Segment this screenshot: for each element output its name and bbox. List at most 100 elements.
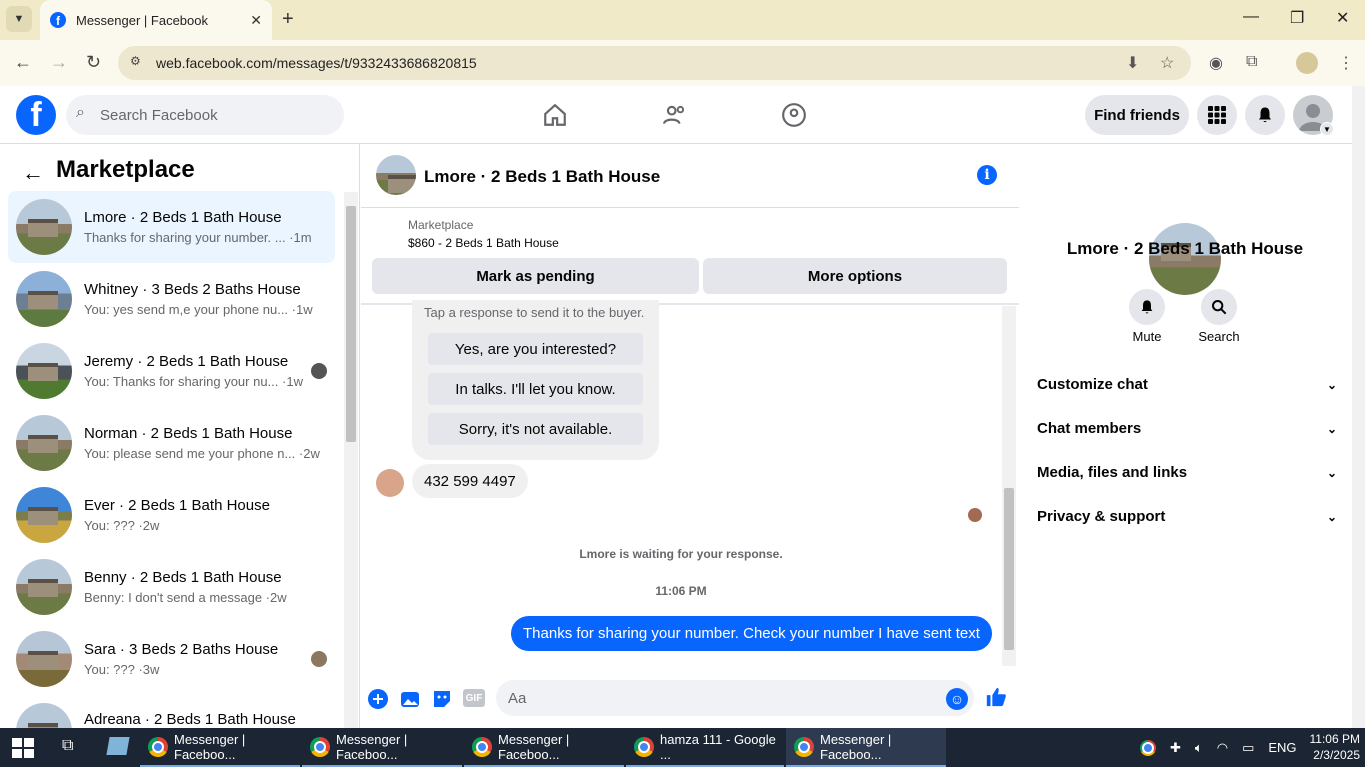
conversation-item[interactable]: Benny · 2 Beds 1 Bath House Benny: I don'… xyxy=(8,551,335,623)
back-icon[interactable]: ← xyxy=(14,52,32,73)
chat-avatar[interactable] xyxy=(376,155,416,195)
restore-icon[interactable]: ❐ xyxy=(1290,8,1304,28)
quick-reply-button[interactable]: Sorry, it's not available. xyxy=(428,413,643,445)
tab-search-button[interactable]: ▼ xyxy=(6,6,32,32)
close-tab-icon[interactable]: ✕ xyxy=(250,12,262,29)
more-options-button[interactable]: More options xyxy=(703,258,1007,294)
search-conversation-icon[interactable] xyxy=(1201,289,1237,325)
mark-as-pending-button[interactable]: Mark as pending xyxy=(372,258,699,294)
windows-start-icon[interactable] xyxy=(12,738,34,758)
friends-icon[interactable] xyxy=(660,100,690,130)
conversation-name: Norman · 2 Beds 1 Bath House xyxy=(84,425,293,442)
browser-menu-icon[interactable]: ⋮ xyxy=(1338,53,1354,73)
chevron-down-icon[interactable]: ▼ xyxy=(1320,122,1334,136)
browser-profile-icon[interactable] xyxy=(1296,52,1318,74)
conversation-item[interactable]: Sara · 3 Beds 2 Baths House You: ??? ·3w xyxy=(8,623,335,695)
message-placeholder: Aa xyxy=(508,689,527,707)
chrome-icon xyxy=(310,736,330,757)
chrome-icon xyxy=(634,736,654,757)
listing-thumbnail xyxy=(16,415,72,471)
taskbar-window-title: Messenger | Faceboo... xyxy=(820,731,892,762)
taskbar-window[interactable]: Messenger | Faceboo... xyxy=(786,728,946,767)
customize-chat-row[interactable]: Customize chat ⌄ xyxy=(1037,376,1337,393)
battery-icon[interactable]: ▭ xyxy=(1242,740,1254,756)
facebook-search-input[interactable]: Search Facebook xyxy=(66,95,344,135)
volume-icon[interactable]: 🔈︎ xyxy=(1195,740,1203,756)
new-tab-button[interactable]: + xyxy=(282,8,294,31)
chrome-tray-icon[interactable] xyxy=(1140,739,1156,756)
conversation-item[interactable]: Norman · 2 Beds 1 Bath House You: please … xyxy=(8,407,335,479)
conversation-item[interactable]: Jeremy · 2 Beds 1 Bath House You: Thanks … xyxy=(8,335,335,407)
facebook-logo[interactable]: f xyxy=(16,95,56,135)
wifi-icon[interactable]: ◠ xyxy=(1217,740,1228,756)
bookmark-star-icon[interactable]: ☆ xyxy=(1160,53,1174,73)
info-icon[interactable]: i xyxy=(977,165,997,185)
install-app-icon[interactable]: ⬇ xyxy=(1126,53,1139,73)
taskbar-window[interactable]: Messenger | Faceboo... xyxy=(464,728,624,767)
extensions-icon[interactable]: ⧉ xyxy=(1246,53,1257,71)
taskbar-window[interactable]: Messenger | Faceboo... xyxy=(302,728,462,767)
find-friends-button[interactable]: Find friends xyxy=(1085,95,1189,135)
reload-icon[interactable]: ↻ xyxy=(86,52,101,73)
conversation-name: Benny · 2 Beds 1 Bath House xyxy=(84,569,282,586)
browser-tab[interactable]: f Messenger | Facebook ✕ xyxy=(40,0,272,40)
task-view-icon[interactable]: ⧉ xyxy=(62,737,73,755)
taskbar-window[interactable]: hamza 111 - Google ... xyxy=(626,728,784,767)
groups-icon[interactable] xyxy=(779,100,809,130)
minimize-icon[interactable]: — xyxy=(1243,8,1259,26)
sticker-icon[interactable] xyxy=(431,688,453,710)
site-info-icon[interactable]: ⚙ xyxy=(130,54,148,72)
clock-time: 11:06 PM xyxy=(1309,732,1360,746)
seen-indicator-avatar xyxy=(968,508,982,522)
quick-reply-button[interactable]: Yes, are you interested? xyxy=(428,333,643,365)
language-indicator[interactable]: ENG xyxy=(1268,740,1296,755)
plus-icon[interactable]: ✚ xyxy=(1170,740,1181,756)
listing-thumbnail xyxy=(16,271,72,327)
chrome-icon xyxy=(472,736,492,757)
scrollbar-thumb[interactable] xyxy=(1004,488,1014,650)
forward-icon[interactable]: → xyxy=(50,52,68,73)
taskbar-window[interactable]: Messenger | Faceboo... xyxy=(140,728,300,767)
conversation-item[interactable]: Lmore · 2 Beds 1 Bath House Thanks for sh… xyxy=(8,191,335,263)
clock-date: 2/3/2025 xyxy=(1313,748,1360,762)
system-clock[interactable]: 11:06 PM 2/3/2025 xyxy=(1300,731,1360,763)
message-input[interactable]: Aa xyxy=(496,680,974,716)
scrollbar-thumb[interactable] xyxy=(346,206,356,442)
chat-title[interactable]: Lmore · 2 Beds 1 Bath House xyxy=(424,167,660,187)
address-bar[interactable]: web.facebook.com/messages/t/933243368682… xyxy=(118,46,1191,80)
sender-avatar xyxy=(376,469,404,497)
conversation-preview: You: ??? ·3w xyxy=(84,662,160,677)
conversation-preview: You: yes send m,e your phone nu... ·1w xyxy=(84,302,313,317)
mute-label: Mute xyxy=(1132,329,1162,344)
back-arrow-icon[interactable]: ← xyxy=(22,160,44,186)
quick-reply-button[interactable]: In talks. I'll let you know. xyxy=(428,373,643,405)
notifications-bell-icon[interactable] xyxy=(1245,95,1285,135)
gif-icon[interactable]: GIF xyxy=(463,689,485,707)
plus-circle-icon[interactable] xyxy=(367,688,389,710)
chat-members-row[interactable]: Chat members ⌄ xyxy=(1037,420,1337,437)
page-scrollbar[interactable] xyxy=(1352,86,1365,728)
thumbs-up-icon[interactable] xyxy=(985,686,1007,714)
mute-bell-icon[interactable] xyxy=(1129,289,1165,325)
chevron-down-icon: ⌄ xyxy=(1326,421,1337,436)
taskbar-window-title: Messenger | Faceboo... xyxy=(174,731,246,762)
marketplace-label: Marketplace xyxy=(408,218,474,232)
listing-thumbnail xyxy=(16,343,72,399)
photo-icon[interactable] xyxy=(399,688,421,710)
row-label: Privacy & support xyxy=(1037,508,1166,525)
conversation-item[interactable]: Ever · 2 Beds 1 Bath House You: ??? ·2w xyxy=(8,479,335,551)
conversation-item[interactable]: Adreana · 2 Beds 1 Bath House xyxy=(8,695,335,728)
privacy-support-row[interactable]: Privacy & support ⌄ xyxy=(1037,508,1337,525)
notes-app-icon[interactable] xyxy=(106,737,130,755)
emoji-icon[interactable]: ☺ xyxy=(946,688,968,710)
copilot-icon[interactable]: ◉ xyxy=(1209,53,1223,73)
taskbar-window-title: Messenger | Faceboo... xyxy=(498,731,570,762)
close-window-icon[interactable]: ✕ xyxy=(1336,8,1349,28)
row-label: Media, files and links xyxy=(1037,464,1188,481)
conversation-item[interactable]: Whitney · 3 Beds 2 Baths House You: yes s… xyxy=(8,263,335,335)
media-files-links-row[interactable]: Media, files and links ⌄ xyxy=(1037,464,1337,481)
home-icon[interactable] xyxy=(540,100,570,130)
listing-price[interactable]: $860 - 2 Beds 1 Bath House xyxy=(408,236,559,250)
conversation-preview: Thanks for sharing your number. ... ·1m xyxy=(84,230,312,245)
menu-grid-icon[interactable] xyxy=(1197,95,1237,135)
